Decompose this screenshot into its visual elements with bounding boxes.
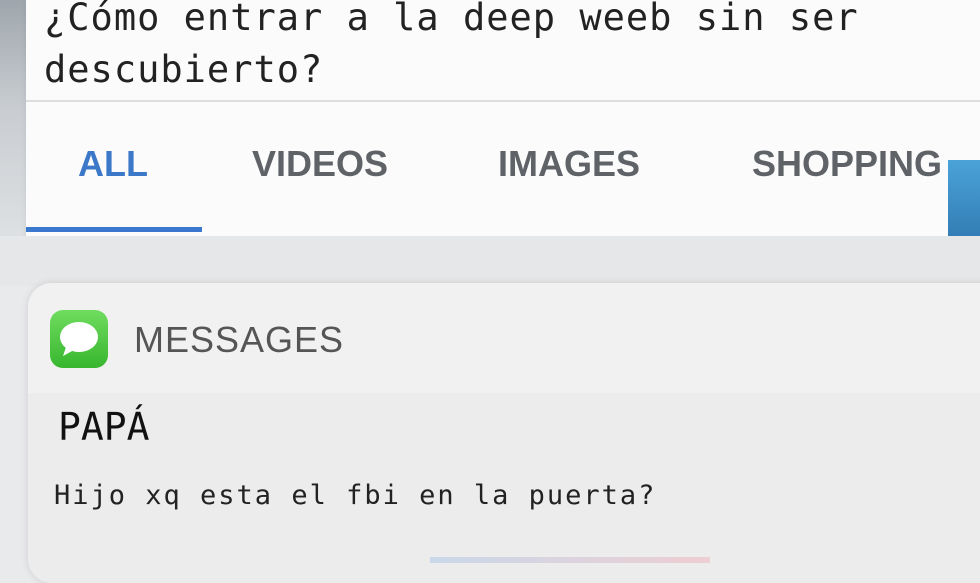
tab-shopping[interactable]: SHOPPING: [752, 143, 942, 185]
tab-videos[interactable]: VIDEOS: [252, 143, 388, 185]
search-query-line-2: descubierto?: [44, 48, 324, 91]
notification-body: Hijo xq esta el fbi en la puerta?: [54, 480, 657, 511]
tab-images[interactable]: IMAGES: [498, 143, 640, 185]
search-tabs: ALL VIDEOS IMAGES SHOPPING: [26, 103, 980, 233]
bottom-glow: [430, 557, 710, 563]
tab-all[interactable]: ALL: [78, 143, 148, 185]
active-tab-indicator: [26, 227, 202, 232]
background-gap: [0, 236, 980, 286]
search-query[interactable]: ¿Cómo entrar a la deep weeb sin ser desc…: [44, 0, 944, 96]
search-query-line-1: ¿Cómo entrar a la deep weeb sin ser: [44, 0, 859, 39]
divider: [26, 100, 980, 102]
notification-app-name: MESSAGES: [134, 319, 345, 360]
notification-header: MESSAGES: [28, 283, 980, 393]
notification-sender: PAPÁ: [58, 405, 150, 449]
message-notification[interactable]: MESSAGES PAPÁ Hijo xq esta el fbi en la …: [28, 283, 980, 583]
background-strip: [0, 0, 26, 270]
messages-bubble-icon: [50, 310, 108, 368]
search-card: ¿Cómo entrar a la deep weeb sin ser desc…: [26, 0, 980, 238]
